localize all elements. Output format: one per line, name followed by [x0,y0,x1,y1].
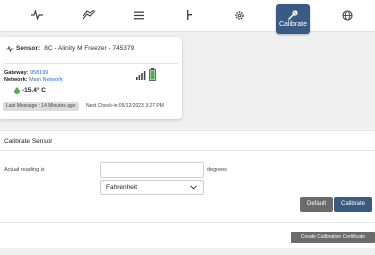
list-icon [134,11,144,19]
tool-globe[interactable] [336,5,358,25]
chevron-down-icon [190,185,197,190]
sensor-name: 8C - Alinity M Freezer - 745379 [44,45,135,52]
fork-icon [187,10,192,20]
sensor-card: Sensor: 8C - Alinity M Freezer - 745379 … [0,37,182,119]
activity-icon [31,10,43,20]
create-certificate-button[interactable]: Create Calibration Certificate [291,232,375,243]
battery-icon [149,68,156,81]
activity-icon [6,45,14,52]
reading-label: Actual reading is [4,167,45,173]
reading-input[interactable] [100,162,204,178]
gateway-row: Gateway: 958199 [4,70,48,76]
gateway-link[interactable]: 958199 [30,70,48,76]
tool-calibrate[interactable]: Calibrate [276,4,310,34]
network-row: Network: Main Network [4,77,63,83]
sensor-header: Sensor: 8C - Alinity M Freezer - 745379 [6,45,134,52]
tool-trend[interactable] [78,5,100,25]
network-label: Network: [4,77,28,83]
toolbar: Calibrate [0,0,375,34]
default-button[interactable]: Default [300,197,333,212]
divider [0,222,375,223]
unit-select-value: Fahrenheit [106,184,138,191]
status-drop-icon [14,87,20,94]
unit-label: degrees [207,167,227,173]
calibrate-panel: Calibrate Sensor Actual reading is degre… [0,130,375,248]
temperature-readout: -15.4° C [14,87,46,94]
tool-calibrate-label: Calibrate [278,20,307,28]
tool-list[interactable] [128,5,150,25]
gear-icon [234,10,244,20]
tool-fork[interactable] [178,5,200,25]
signal-icon [136,71,146,80]
wrench-icon [288,9,298,20]
temperature-value: -15.4° C [22,87,46,94]
divider [0,150,375,151]
divider [4,63,178,64]
tool-settings[interactable] [228,5,250,25]
calibrate-title: Calibrate Sensor [4,138,53,145]
calibrate-button[interactable]: Calibrate [334,197,372,212]
network-link[interactable]: Main Network [29,77,63,83]
last-message-badge: Last Message : 14 Minutes ago [3,102,79,111]
gateway-label: Gateway: [4,70,29,76]
sensor-label: Sensor: [16,45,41,52]
trend-icon [82,10,95,20]
globe-icon [341,9,353,21]
unit-select[interactable]: Fahrenheit [100,180,204,195]
tool-activity[interactable] [26,5,48,25]
next-checkin: Next Check-in:05/12/2023 3:27 PM [86,103,164,109]
